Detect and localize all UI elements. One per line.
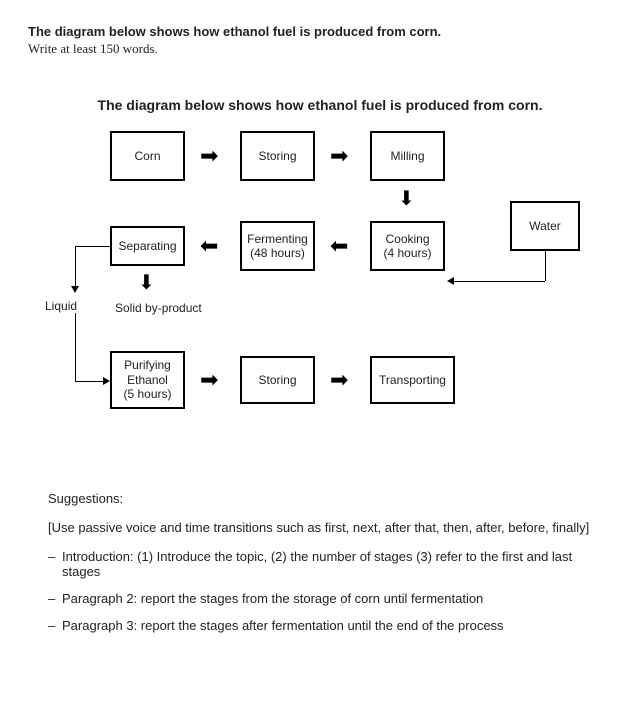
box-water: Water [510, 201, 580, 251]
diagram-title: The diagram below shows how ethanol fuel… [28, 97, 612, 113]
arrow-left-icon: ⬅ [330, 235, 348, 257]
box-milling: Milling [370, 131, 445, 181]
box-transporting: Transporting [370, 356, 455, 404]
arrow-right-icon: ➡ [200, 145, 218, 167]
box-separating: Separating [110, 226, 185, 266]
task-title: The diagram below shows how ethanol fuel… [28, 24, 612, 39]
label-liquid: Liquid [45, 299, 77, 313]
process-diagram: Corn ➡ Storing ➡ Milling ⬇ Water Cooking… [40, 131, 600, 461]
line [75, 381, 103, 382]
line [75, 313, 76, 381]
suggestions-intro: [Use passive voice and time transitions … [48, 520, 592, 535]
suggestions-section: Suggestions: [Use passive voice and time… [28, 491, 612, 633]
suggestion-bullet: Paragraph 3: report the stages after fer… [48, 618, 592, 633]
arrow-down-icon: ⬇ [138, 273, 155, 293]
line [75, 246, 110, 247]
suggestion-bullet: Introduction: (1) Introduce the topic, (… [48, 549, 592, 579]
box-storing-1: Storing [240, 131, 315, 181]
arrow-right-icon: ➡ [200, 369, 218, 391]
line [545, 251, 546, 281]
box-corn: Corn [110, 131, 185, 181]
suggestion-bullet: Paragraph 2: report the stages from the … [48, 591, 592, 606]
box-purifying: Purifying Ethanol (5 hours) [110, 351, 185, 409]
line [75, 246, 76, 286]
label-solid: Solid by-product [115, 301, 202, 315]
suggestions-heading: Suggestions: [48, 491, 592, 506]
line [454, 281, 545, 282]
arrow-right-icon: ➡ [330, 369, 348, 391]
box-cooking: Cooking (4 hours) [370, 221, 445, 271]
task-instruction: Write at least 150 words. [28, 41, 612, 57]
box-fermenting: Fermenting (48 hours) [240, 221, 315, 271]
arrow-down-icon: ⬇ [398, 189, 415, 209]
arrow-down-icon [71, 286, 79, 293]
arrow-right-icon [103, 377, 110, 385]
box-storing-2: Storing [240, 356, 315, 404]
arrow-left-icon [447, 277, 454, 285]
arrow-left-icon: ⬅ [200, 235, 218, 257]
arrow-right-icon: ➡ [330, 145, 348, 167]
